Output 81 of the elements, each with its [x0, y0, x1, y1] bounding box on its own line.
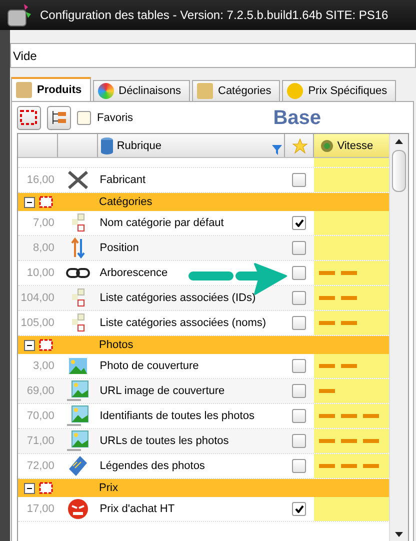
field-number: 70,00 [26, 410, 54, 422]
collapse-icon[interactable] [24, 482, 35, 494]
angry-face-icon [67, 498, 90, 520]
field-number: 105,00 [20, 317, 54, 329]
field-name: URL image de couverture [100, 385, 225, 397]
favorites-label: Favoris [97, 112, 134, 124]
field-number: 16,00 [26, 174, 54, 186]
field-name: Position [100, 242, 139, 254]
field-number: 72,00 [26, 460, 54, 472]
field-number: 104,00 [20, 292, 54, 304]
collapse-icon[interactable] [24, 196, 35, 208]
field-number: 8,00 [32, 242, 54, 254]
column-header[interactable]: Vitesse [314, 134, 390, 157]
link-icon [66, 268, 90, 278]
field-number: 10,00 [26, 267, 54, 279]
scrollbar[interactable] [389, 134, 408, 541]
field-name: Identifiants de toutes les photos [100, 410, 254, 422]
favorite-checkbox[interactable] [292, 459, 306, 473]
field-number: 69,00 [26, 385, 54, 397]
picture-stack-icon [66, 430, 90, 452]
tree-icon [71, 313, 86, 333]
favorite-checkbox[interactable] [292, 291, 306, 305]
picture-icon [68, 357, 88, 375]
column-header[interactable] [284, 134, 314, 157]
scrollbar-thumb[interactable] [392, 150, 406, 192]
tree-icon [50, 110, 68, 126]
field-name: Nom catégorie par défaut [100, 217, 224, 229]
field-number: 17,00 [26, 503, 54, 515]
field-number: 7,00 [32, 217, 54, 229]
favorite-checkbox[interactable] [292, 434, 306, 448]
picture-stack-icon [66, 380, 90, 402]
tag-icon [68, 455, 88, 477]
field-name: URLs de toutes les photos [100, 435, 229, 447]
favorite-checkbox[interactable] [292, 359, 306, 373]
group-label: Photos [99, 339, 134, 351]
filter-icon[interactable] [272, 145, 282, 155]
group-icon [39, 196, 53, 208]
field-name: Liste catégories associées (IDs) [100, 292, 256, 304]
favorite-checkbox[interactable] [292, 316, 306, 330]
group-row[interactable]: Prix [18, 479, 390, 497]
star-icon [292, 138, 308, 154]
column-header[interactable]: Rubrique [98, 134, 285, 157]
tab[interactable]: Catégories [192, 80, 280, 101]
select-area-button[interactable] [17, 106, 41, 130]
tab[interactable]: Prix Spécifiques [282, 80, 396, 101]
group-icon [39, 338, 53, 352]
favorite-checkbox[interactable] [292, 384, 306, 398]
circle-icon [320, 138, 334, 152]
favorite-checkbox[interactable] [292, 173, 306, 187]
section-title: Base [273, 106, 321, 130]
field-name: Prix d'achat HT [100, 503, 175, 515]
tree-icon [71, 213, 86, 233]
tab[interactable]: Déclinaisons [92, 80, 190, 101]
picture-stack-icon [66, 405, 90, 427]
up-down-arrows-icon [70, 237, 86, 259]
group-label: Catégories [99, 196, 152, 208]
window-title: Configuration des tables - Version: 7.2.5.b.build1.64b SITE: PS16 [40, 8, 388, 22]
field-name: Liste catégories associées (noms) [100, 317, 266, 329]
group-label: Prix [99, 482, 118, 494]
field-name: Arborescence [100, 267, 168, 279]
favorite-checkbox[interactable] [292, 216, 306, 230]
favorites-checkbox[interactable] [77, 111, 91, 125]
favorite-checkbox[interactable] [292, 409, 306, 423]
database-icon [100, 136, 114, 154]
dashed-rectangle-icon [20, 110, 38, 126]
filter-field[interactable]: Vide [10, 43, 416, 68]
collapse-icon[interactable] [24, 340, 35, 350]
group-row[interactable]: Photos [18, 336, 390, 354]
favorite-checkbox[interactable] [292, 502, 306, 516]
field-name: Photo de couverture [100, 360, 199, 372]
favorite-checkbox[interactable] [292, 241, 306, 255]
field-name: Légendes des photos [100, 460, 205, 472]
field-number: 71,00 [26, 435, 54, 447]
tab[interactable]: Produits [11, 77, 91, 101]
field-number: 3,00 [32, 360, 54, 372]
favorite-checkbox[interactable] [292, 266, 306, 280]
tools-icon [66, 169, 90, 191]
field-name: Fabricant [100, 174, 146, 186]
group-icon [39, 482, 53, 494]
group-row[interactable]: Catégories [18, 193, 390, 211]
tree-view-button[interactable] [47, 106, 71, 130]
